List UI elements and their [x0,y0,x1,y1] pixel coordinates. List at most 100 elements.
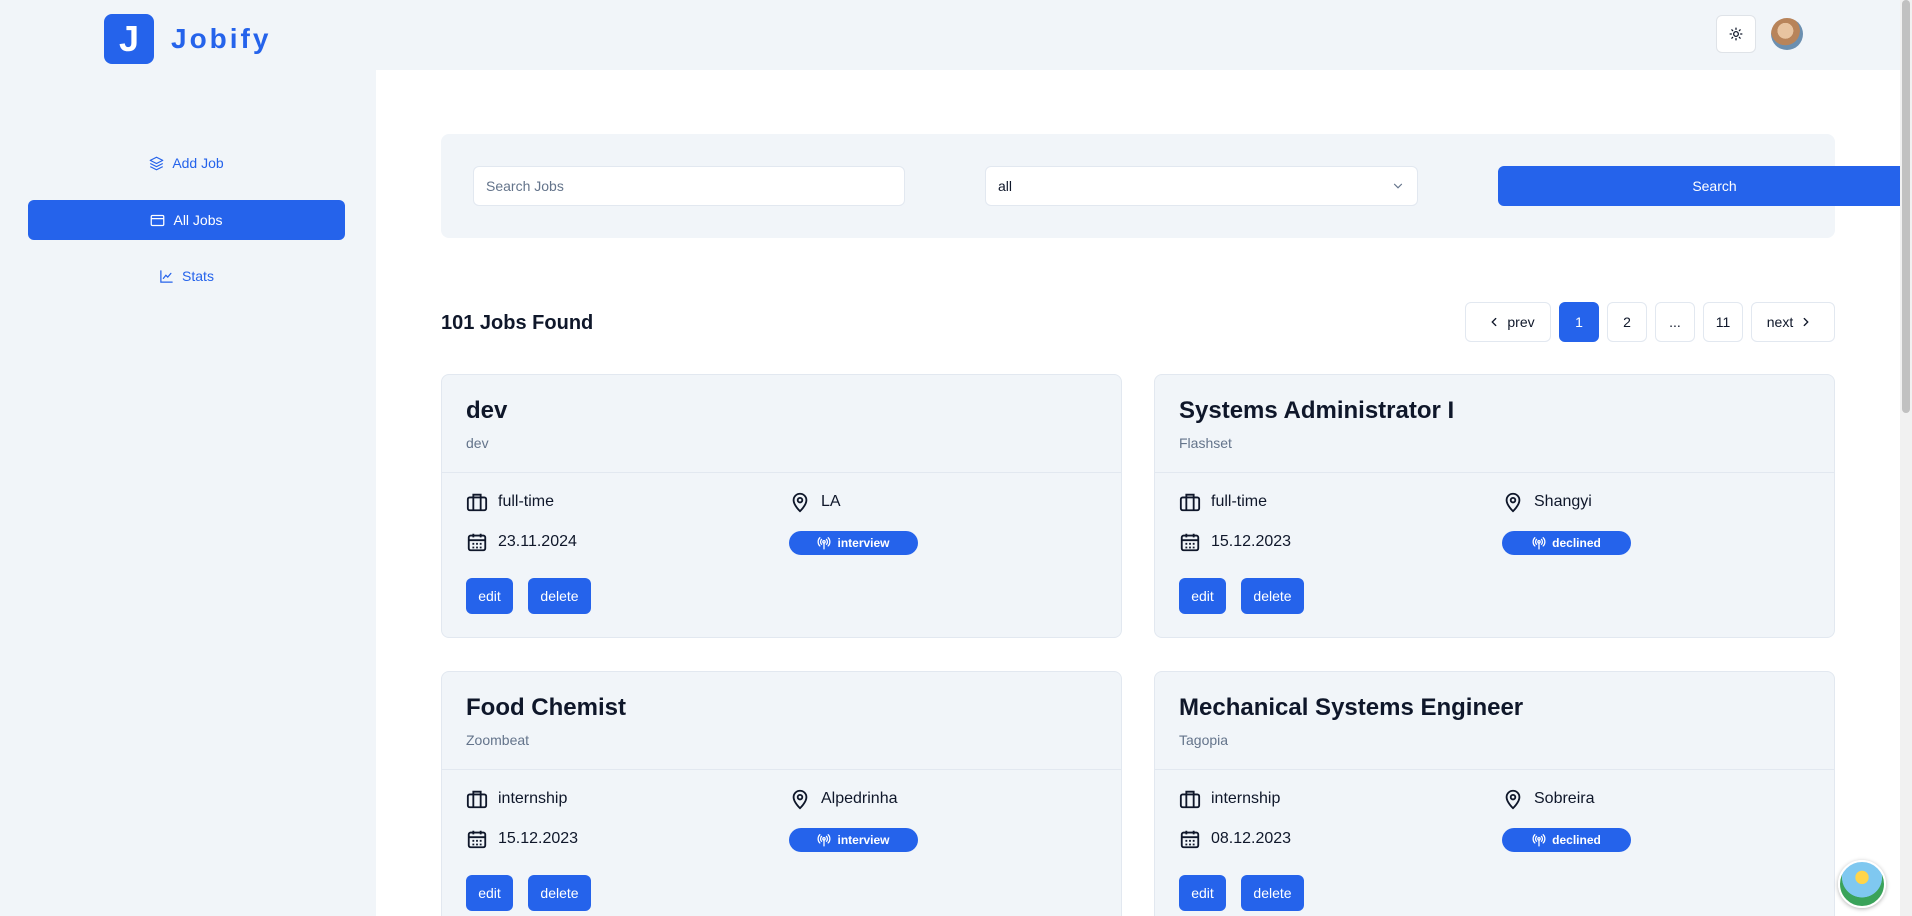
briefcase-icon [466,493,488,512]
job-location: Sobreira [1502,788,1594,810]
calendar-icon [1180,533,1200,552]
broadcast-icon [818,834,831,847]
avatar[interactable] [1771,18,1803,50]
status-badge: declined [1502,828,1631,852]
job-location: Shangyi [1502,491,1592,513]
theme-toggle-button[interactable] [1716,15,1756,53]
job-location: Alpedrinha [789,788,898,810]
sidebar-item-all-jobs[interactable]: All Jobs [28,200,345,240]
broadcast-icon [1532,834,1546,847]
map-pin-icon [792,492,808,513]
job-position: Systems Administrator I [1179,397,1455,424]
edit-button[interactable]: edit [1179,578,1226,614]
calendar-icon [1180,830,1200,849]
layers-icon [149,156,164,170]
floating-widget-icon[interactable] [1838,860,1886,908]
main-content: all Search 101 Jobs Found prev 1 2 ... 1… [376,70,1912,916]
map-pin-icon [792,789,808,810]
jobs-count-heading: 101 Jobs Found [441,312,594,334]
briefcase-icon [1179,790,1201,809]
sidebar: Add Job All Jobs Stats [0,70,376,916]
job-location-text: LA [821,493,841,510]
chevron-left-icon [1491,317,1497,327]
search-input[interactable] [473,166,905,206]
search-button[interactable]: Search [1498,166,1912,206]
sidebar-item-add-job[interactable]: Add Job [28,143,345,183]
job-location: LA [789,491,841,513]
status-badge: interview [789,828,918,852]
job-location-text: Shangyi [1534,493,1592,510]
logo[interactable]: J Jobify [104,14,271,64]
broadcast-icon [1532,537,1546,550]
job-position: dev [466,397,508,424]
top-navbar: J Jobify [0,0,1900,70]
prev-page-button[interactable]: prev [1465,302,1551,342]
next-label: next [1766,314,1794,330]
page-button-2[interactable]: 2 [1607,302,1647,342]
chart-icon [160,269,173,283]
briefcase-icon [1179,493,1201,512]
job-card: Systems Administrator I Flashset full-ti… [1154,374,1835,638]
broadcast-icon [818,537,831,550]
page-ellipsis[interactable]: ... [1655,302,1695,342]
job-date-text: 08.12.2023 [1211,830,1292,847]
job-type: internship [1179,788,1280,810]
status-text: interview [837,833,890,847]
edit-button[interactable]: edit [1179,875,1226,911]
map-pin-icon [1505,789,1521,810]
job-type: full-time [466,491,554,513]
delete-button[interactable]: delete [528,578,591,614]
delete-button[interactable]: delete [1241,875,1304,911]
status-text: declined [1552,833,1601,847]
sidebar-item-stats[interactable]: Stats [28,256,345,296]
job-date: 15.12.2023 [466,828,578,850]
job-card-header: Food Chemist Zoombeat [442,672,1121,770]
status-badge: declined [1502,531,1631,555]
job-company: Flashset [1179,435,1232,451]
edit-button[interactable]: edit [466,578,513,614]
logo-icon: J [104,14,154,64]
search-form: all Search [441,134,1912,238]
page-scrollbar[interactable] [1900,0,1912,916]
job-location-text: Sobreira [1534,790,1595,807]
job-date-text: 15.12.2023 [498,830,579,847]
sun-icon [1729,27,1743,41]
job-position: Food Chemist [466,694,626,721]
job-date-text: 23.11.2024 [498,533,577,550]
job-card-header: dev dev [442,375,1121,473]
delete-button[interactable]: delete [528,875,591,911]
briefcase-icon [466,790,488,809]
window-icon [151,214,165,226]
chevron-down-icon [1393,183,1403,189]
job-company: dev [466,435,489,451]
calendar-icon [467,533,487,552]
pagination: prev 1 2 ... 11 next [1457,302,1835,342]
map-pin-icon [1505,492,1521,513]
job-type: internship [466,788,567,810]
edit-button[interactable]: edit [466,875,513,911]
sidebar-item-label: All Jobs [173,212,223,228]
status-text: declined [1552,536,1601,550]
job-type-text: internship [498,790,568,807]
sidebar-item-label: Add Job [172,155,224,171]
next-page-button[interactable]: next [1751,302,1835,342]
page-button-1[interactable]: 1 [1559,302,1599,342]
scrollbar-thumb[interactable] [1902,0,1910,413]
job-date-text: 15.12.2023 [1211,533,1292,550]
page-button-11[interactable]: 11 [1703,302,1743,342]
calendar-icon [467,830,487,849]
job-date: 15.12.2023 [1179,531,1291,553]
job-type-text: internship [1211,790,1281,807]
status-select[interactable]: all [985,166,1418,206]
sidebar-item-label: Stats [182,268,214,284]
chevron-right-icon [1803,317,1809,327]
job-type: full-time [1179,491,1267,513]
delete-button[interactable]: delete [1241,578,1304,614]
job-company: Tagopia [1179,732,1229,748]
job-type-text: full-time [1211,493,1268,510]
job-date: 08.12.2023 [1179,828,1291,850]
job-card: Food Chemist Zoombeat internship Alpedri… [441,671,1122,916]
job-location-text: Alpedrinha [821,790,898,807]
job-type-text: full-time [498,493,555,510]
job-card-header: Mechanical Systems Engineer Tagopia [1155,672,1834,770]
